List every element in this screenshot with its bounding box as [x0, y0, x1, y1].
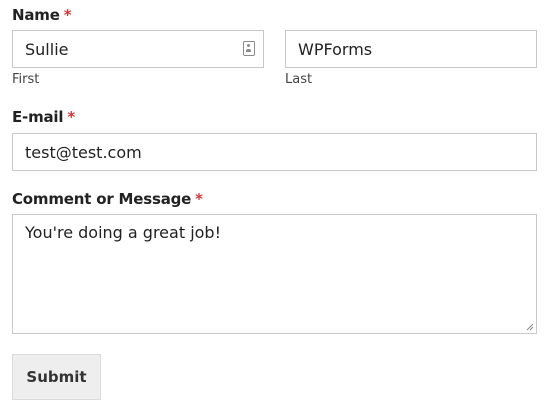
- submit-button[interactable]: Submit: [12, 354, 101, 400]
- message-textarea[interactable]: You're doing a great job!: [12, 214, 537, 334]
- last-name-input[interactable]: WPForms: [285, 30, 537, 68]
- email-label-text: E-mail: [12, 108, 64, 126]
- last-name-sublabel: Last: [285, 72, 313, 87]
- message-label-text: Comment or Message: [12, 190, 192, 208]
- resize-grip-icon[interactable]: [526, 323, 534, 331]
- email-value: test@test.com: [25, 142, 142, 162]
- submit-button-label: Submit: [26, 368, 87, 386]
- message-value: You're doing a great job!: [25, 223, 221, 242]
- required-asterisk: *: [63, 6, 72, 24]
- contact-card-icon[interactable]: [243, 41, 255, 56]
- required-asterisk: *: [195, 190, 203, 208]
- first-name-sublabel: First: [12, 72, 40, 87]
- first-name-value: Sullie: [25, 39, 69, 59]
- name-field-label: Name *: [12, 6, 72, 24]
- last-name-value: WPForms: [298, 39, 373, 59]
- required-asterisk: *: [67, 108, 75, 126]
- email-field-label: E-mail *: [12, 108, 75, 126]
- first-name-input[interactable]: Sullie: [12, 30, 264, 68]
- message-field-label: Comment or Message *: [12, 190, 203, 208]
- email-input[interactable]: test@test.com: [12, 133, 537, 171]
- name-label-text: Name: [12, 6, 60, 24]
